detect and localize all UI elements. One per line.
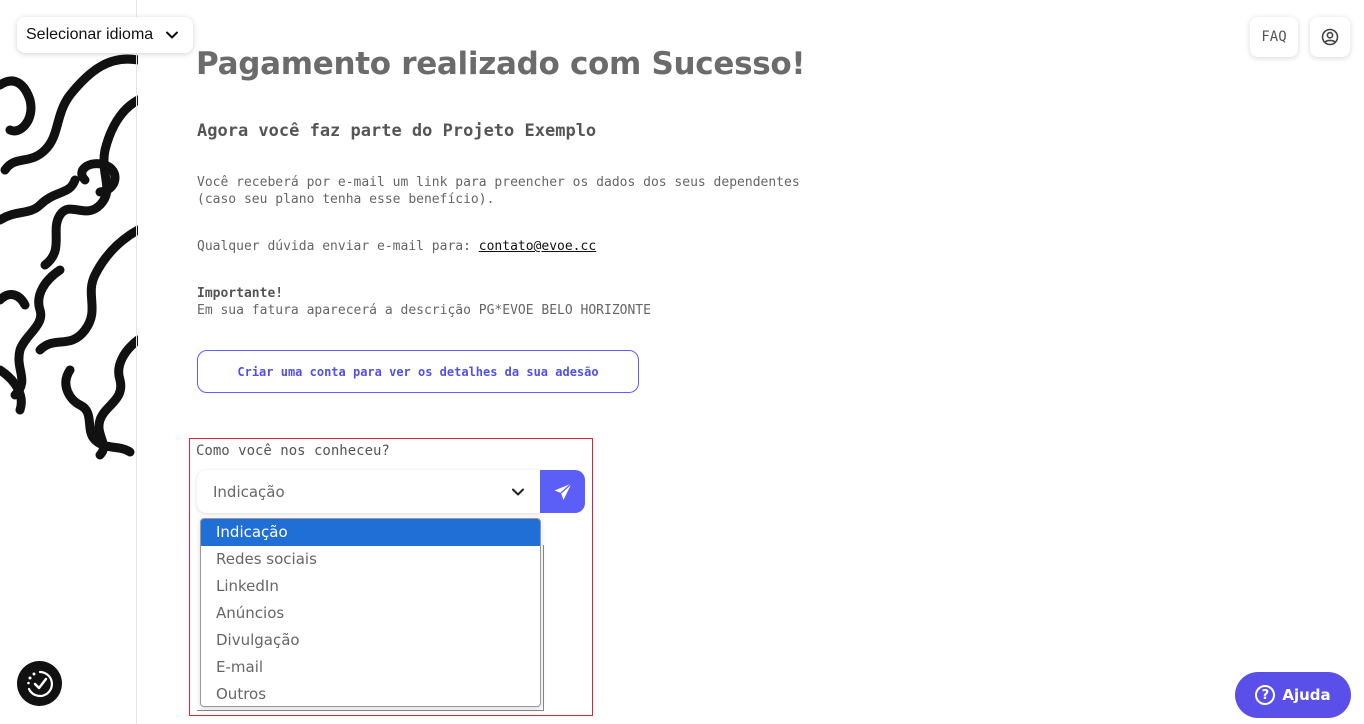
left-panel-divider [136, 0, 137, 724]
accessibility-icon [26, 670, 53, 697]
user-circle-icon [1321, 28, 1339, 46]
contact-line: Qualquer dúvida enviar e-mail para: cont… [197, 238, 596, 255]
help-button[interactable]: ? Ajuda [1235, 672, 1351, 718]
create-account-button[interactable]: Criar uma conta para ver os detalhes da … [197, 350, 639, 393]
survey-question: Como você nos conheceu? [196, 443, 390, 459]
survey-source-select[interactable]: Indicação [197, 470, 540, 513]
contact-email-link[interactable]: contato@evoe.cc [479, 239, 596, 254]
page-title: Pagamento realizado com Sucesso! [196, 46, 806, 82]
contact-prefix: Qualquer dúvida enviar e-mail para: [197, 239, 479, 254]
dropdown-option[interactable]: Outros [201, 681, 540, 706]
accessibility-button[interactable] [17, 661, 62, 706]
dropdown-option[interactable]: E-mail [201, 654, 540, 681]
chevron-down-icon [512, 488, 524, 496]
dropdown-option[interactable]: Divulgação [201, 627, 540, 654]
dropdown-option[interactable]: Indicação [201, 519, 540, 546]
dropdown-option[interactable]: Anúncios [201, 600, 540, 627]
language-selector-label: Selecionar idioma [26, 26, 154, 43]
paper-plane-icon [554, 482, 572, 500]
question-circle-icon: ? [1255, 685, 1276, 705]
email-notice-line2: (caso seu plano tenha esse benefício). [197, 192, 495, 207]
important-notice: Importante! Em sua fatura aparecerá a de… [197, 285, 651, 319]
faq-button[interactable]: FAQ [1250, 17, 1298, 57]
page-subtitle: Agora você faz parte do Projeto Exemplo [197, 121, 597, 141]
chevron-down-icon [166, 31, 178, 39]
important-label: Importante! [197, 286, 284, 301]
survey-send-button[interactable] [540, 470, 585, 513]
survey-selected-value: Indicação [213, 482, 285, 501]
email-notice: Você receberá por e-mail um link para pr… [197, 174, 800, 208]
survey-options-dropdown[interactable]: Indicação Redes sociais LinkedIn Anúncio… [200, 518, 541, 707]
help-button-label: Ajuda [1282, 686, 1331, 704]
important-text: Em sua fatura aparecerá a descrição PG*E… [197, 303, 651, 318]
decorative-scribble-art [0, 54, 138, 460]
dropdown-option[interactable]: Redes sociais [201, 546, 540, 573]
user-account-button[interactable] [1310, 17, 1350, 57]
language-selector[interactable]: Selecionar idioma [17, 17, 193, 53]
dropdown-option[interactable]: LinkedIn [201, 573, 540, 600]
email-notice-line1: Você receberá por e-mail um link para pr… [197, 175, 800, 190]
faq-label: FAQ [1261, 29, 1287, 45]
